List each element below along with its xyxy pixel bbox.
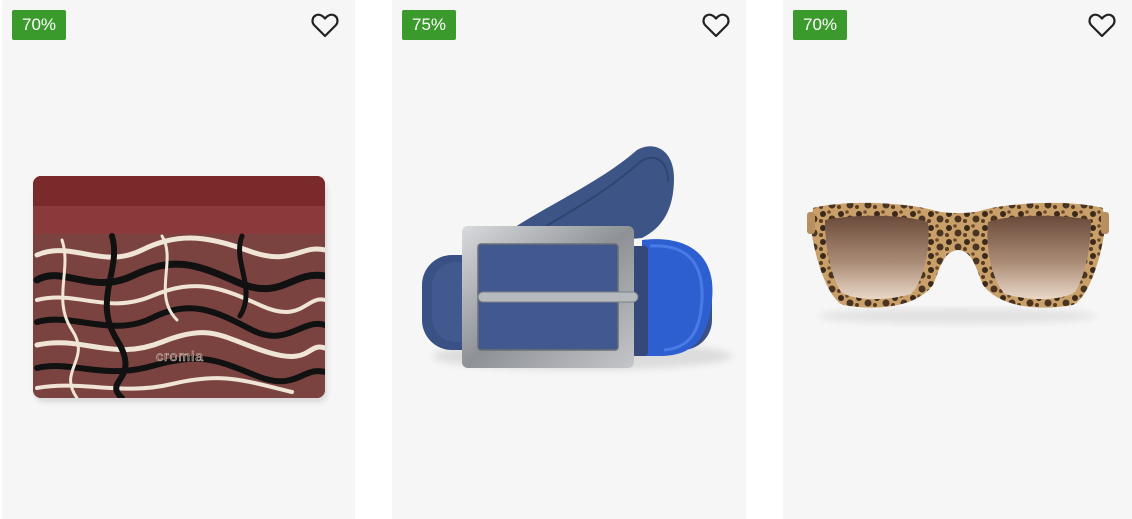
discount-badge: 75%	[402, 10, 457, 40]
product-card[interactable]: 75%	[392, 0, 746, 519]
product-image-belt[interactable]	[392, 0, 746, 519]
heart-outline-icon[interactable]	[311, 12, 339, 38]
discount-badge: 70%	[12, 10, 67, 40]
product-image-card-holder[interactable]: cromia	[2, 0, 355, 519]
product-card[interactable]: cromia 70%	[2, 0, 355, 519]
product-card[interactable]: 70%	[783, 0, 1132, 519]
product-image-sunglasses[interactable]	[783, 0, 1132, 519]
discount-badge: 70%	[793, 10, 848, 40]
product-grid: cromia 70% 75% 70%	[0, 0, 1132, 519]
svg-text:cromia: cromia	[156, 348, 204, 364]
heart-outline-icon[interactable]	[1088, 12, 1116, 38]
heart-outline-icon[interactable]	[702, 12, 730, 38]
